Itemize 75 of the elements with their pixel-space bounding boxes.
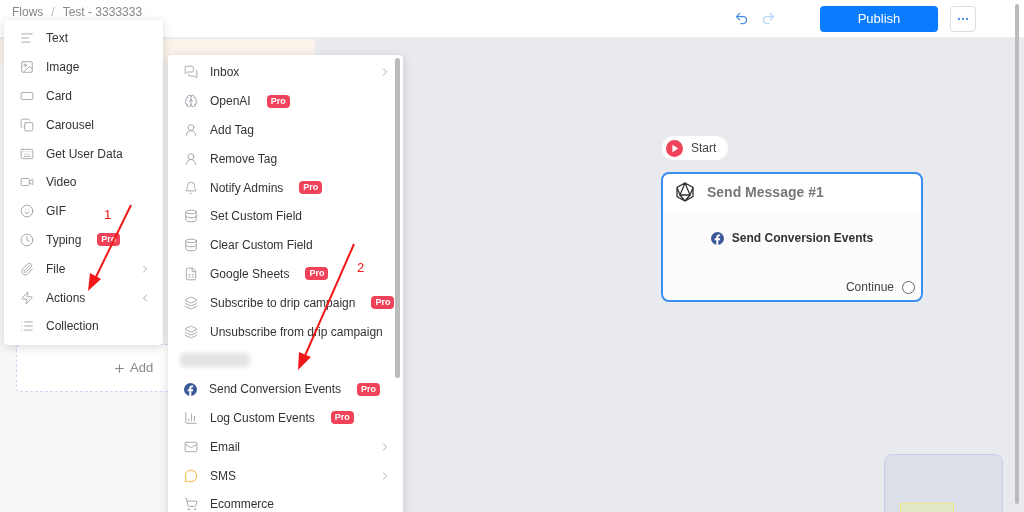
menu-item[interactable]: Ecommerce: [168, 489, 286, 512]
breadcrumb-link[interactable]: Flows: [12, 3, 44, 21]
menu-item[interactable]: Set Custom Field: [168, 202, 315, 231]
stacked-cards-icon: [20, 117, 34, 132]
polyhedron-icon: [675, 182, 695, 202]
output-label: Continue: [845, 279, 894, 296]
card-icon: [20, 89, 34, 103]
mail-icon: [184, 439, 198, 454]
menu-item[interactable]: Card: [4, 81, 84, 111]
play-icon: [666, 139, 683, 157]
publish-button[interactable]: Publish: [820, 5, 938, 32]
keyboard-icon: [20, 146, 34, 161]
pro-badge: Pro: [357, 382, 381, 396]
menu-item[interactable]: File: [4, 254, 163, 284]
user-icon: [184, 151, 198, 166]
output-port[interactable]: [902, 280, 915, 294]
sms-bubble-icon: [184, 468, 198, 483]
pro-badge: Pro: [371, 296, 395, 310]
menu-item[interactable]: Actions: [4, 283, 163, 312]
spreadsheet-icon: [184, 266, 198, 281]
menu-item[interactable]: Email: [168, 432, 403, 462]
menu-item[interactable]: Inbox: [168, 58, 403, 87]
image-icon: [20, 60, 34, 75]
brain-icon: [184, 94, 198, 109]
plus-icon: [113, 361, 126, 375]
bar-chart-icon: [184, 410, 198, 425]
list-icon: [20, 319, 34, 334]
node-title: Send Message #1: [707, 182, 824, 202]
lightning-icon: [20, 290, 34, 305]
pro-badge: Pro: [305, 267, 329, 281]
menu-item[interactable]: Log Custom Events Pro: [168, 403, 366, 433]
menu-item[interactable]: Google Sheets Pro: [168, 259, 341, 289]
menu-item[interactable]: Text: [4, 24, 80, 53]
database-icon: [184, 238, 198, 253]
start-node[interactable]: Start: [662, 136, 729, 160]
menu-item[interactable]: Notify Admins Pro: [168, 173, 335, 202]
menu-item[interactable]: Remove Tag: [168, 144, 290, 174]
menu-item[interactable]: Image: [4, 52, 92, 82]
breadcrumb-link[interactable]: Test - 3333333: [62, 3, 143, 21]
action-label: Send Conversion Events: [731, 230, 874, 247]
menu-item[interactable]: Get User Data: [4, 139, 135, 168]
scrollbar[interactable]: [1015, 4, 1019, 504]
annotation-number: 2: [357, 259, 365, 277]
clock-icon: [20, 232, 34, 247]
menu-item[interactable]: Collection: [4, 311, 111, 341]
menu-item[interactable]: GIF: [4, 196, 78, 226]
database-icon: [184, 209, 198, 224]
breadcrumb-separator: /: [51, 4, 55, 21]
user-icon: [184, 123, 198, 137]
bell-icon: [184, 180, 198, 195]
blurred-item: [180, 353, 250, 368]
chat-bubbles-icon: [184, 65, 198, 80]
annotation-number: 1: [104, 206, 112, 224]
more-button[interactable]: [950, 5, 976, 32]
facebook-icon: [184, 382, 197, 396]
paperclip-icon: [20, 261, 34, 276]
smiley-icon: [20, 204, 34, 219]
facebook-icon: [710, 231, 724, 245]
menu-item[interactable]: Video: [4, 168, 89, 197]
layers-icon: [184, 324, 198, 339]
pro-badge: Pro: [330, 411, 354, 425]
redo-icon[interactable]: [761, 11, 776, 26]
layers-icon: [184, 295, 198, 310]
menu-item[interactable]: Carousel: [4, 110, 107, 140]
pro-badge: Pro: [266, 94, 290, 108]
cart-icon: [184, 497, 198, 512]
lines-icon: [20, 31, 34, 46]
menu-item[interactable]: OpenAI Pro: [168, 86, 302, 116]
menu-item[interactable]: SMS: [168, 461, 403, 490]
minimap[interactable]: [884, 454, 1003, 512]
menu-item[interactable]: Add Tag: [168, 115, 266, 145]
message-node[interactable]: Send Message #1 Send Conversion Events Continue: [661, 172, 923, 302]
menu-item[interactable]: Clear Custom Field: [168, 230, 325, 260]
pro-badge: Pro: [299, 181, 323, 195]
undo-icon[interactable]: [734, 11, 749, 26]
